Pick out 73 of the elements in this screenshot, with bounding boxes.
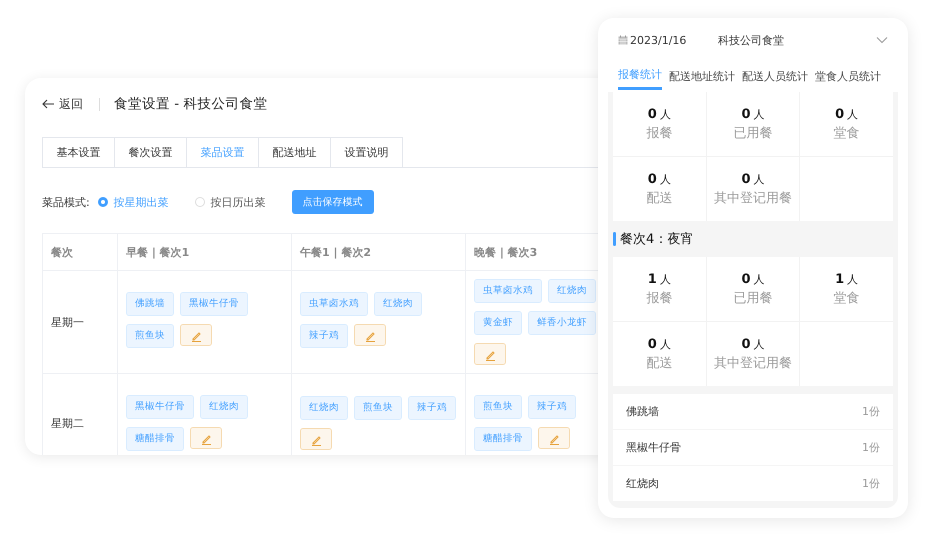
stat-label: 堂食 [834,124,860,142]
stat-label: 已用餐 [733,124,772,142]
mode-label: 菜品模式: [42,194,90,210]
date-picker[interactable]: 2023/1/16 [618,34,718,46]
tab[interactable]: 堂食人员统计 [815,62,881,90]
dish-tag[interactable]: 煎鱼块 [354,396,402,420]
edit-button[interactable] [538,427,570,449]
edit-button[interactable] [354,324,386,346]
page-title: 食堂设置 - 科技公司食堂 [114,95,268,113]
stat-value: 1 人 [648,272,671,286]
dish-tag[interactable]: 黑椒牛仔骨 [180,292,248,316]
dish-tag[interactable]: 黑椒牛仔骨 [126,395,194,419]
edit-button[interactable] [190,427,222,449]
stat-label: 堂食 [834,290,860,306]
stat-label: 报餐 [646,290,672,306]
arrow-left-icon [42,99,55,109]
radio-option[interactable]: 按日历出菜 [194,194,266,210]
stat-label: 报餐 [646,124,672,142]
radio-option[interactable]: 按星期出菜 [98,194,169,210]
dish-tag[interactable]: 红烧肉 [300,396,348,420]
dish-tag[interactable]: 佛跳墙 [126,292,174,316]
edit-button[interactable] [474,343,506,365]
stat-label: 已用餐 [733,290,772,306]
dish-quantity: 1份 [862,440,880,455]
dish-tag[interactable]: 黄金虾 [474,311,522,335]
dish-tag[interactable]: 鲜香小龙虾 [528,311,596,335]
stat-label: 其中登记用餐 [714,354,792,372]
stat-value: 0 人 [741,272,765,286]
edit-button[interactable] [300,428,332,450]
stat-value: 0 人 [741,106,765,122]
dish-tag[interactable]: 辣子鸡 [528,395,576,419]
column-header: 餐次 [43,234,118,271]
save-mode-button[interactable]: 点击保存模式 [292,190,374,214]
tab[interactable]: 配送地址统计 [669,62,735,90]
stat-value: 1 人 [835,272,858,286]
dish-quantity: 1份 [862,476,880,491]
stat-value: 0 人 [741,172,765,186]
column-header: 早餐 | 餐次1 [118,234,292,271]
chevron-down-icon[interactable] [876,36,888,44]
stat-label: 配送 [646,190,672,206]
canteen-select[interactable]: 科技公司食堂 [718,32,876,48]
column-header: 午餐1 | 餐次2 [292,234,466,271]
stat-label: 其中登记用餐 [714,190,792,206]
table-cell: 星期一 [43,271,118,374]
stat-value: 0 人 [648,172,671,186]
stat-value: 0 人 [741,336,765,352]
dish-tag[interactable]: 糖醋排骨 [474,427,532,451]
stat-value: 0 人 [648,336,671,352]
back-button[interactable]: 返回 [42,96,83,112]
tab[interactable]: 设置说明 [330,137,403,167]
stat-value: 0 人 [648,106,671,122]
dish-quantity: 1份 [862,404,880,419]
calendar-icon [618,35,628,45]
dish-tag[interactable]: 煎鱼块 [474,395,522,419]
stat-label: 配送 [646,354,672,372]
table-cell: 星期二 [43,374,118,455]
dish-name: 佛跳墙 [626,404,659,419]
dish-tag[interactable]: 煎鱼块 [126,324,174,348]
dish-tag[interactable]: 红烧肉 [374,292,422,316]
edit-button[interactable] [180,324,212,346]
dish-tag[interactable]: 糖醋排骨 [126,427,184,451]
stat-value: 0 人 [835,106,858,122]
dish-tag[interactable]: 辣子鸡 [408,396,456,420]
dish-tag[interactable]: 红烧肉 [548,279,596,303]
tab[interactable]: 基本设置 [42,137,115,167]
dish-name: 红烧肉 [626,476,659,491]
tab[interactable]: 配送人员统计 [742,62,808,90]
section-title: 餐次4：夜宵 [620,231,694,248]
dish-tag[interactable]: 辣子鸡 [300,324,348,348]
dish-name: 黑椒牛仔骨 [626,440,681,455]
dish-tag[interactable]: 虫草卤水鸡 [474,279,542,303]
dish-tag[interactable]: 虫草卤水鸡 [300,292,368,316]
dish-tag[interactable]: 红烧肉 [200,395,248,419]
